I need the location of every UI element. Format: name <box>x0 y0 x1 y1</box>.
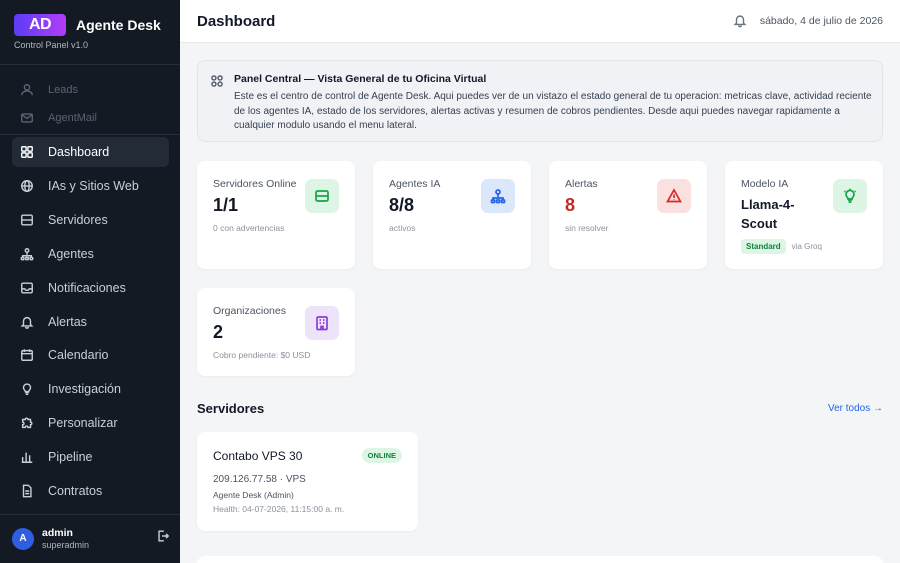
sidebar-item-ias-sitios-web[interactable]: IAs y Sitios Web <box>12 171 169 201</box>
sidebar-divider <box>0 514 180 515</box>
stat-value: 1/1 <box>213 195 239 215</box>
sidebar-item-agentmail[interactable]: AgentMail <box>12 103 169 133</box>
stat-card-organizations[interactable]: Organizaciones 2 Cobro pendiente: $0 USD <box>197 288 355 376</box>
network-icon <box>481 179 515 213</box>
stat-label: Servidores Online <box>213 178 297 190</box>
user-role: superadmin <box>42 540 90 550</box>
sidebar-item-calendario[interactable]: Calendario <box>12 340 169 370</box>
avatar[interactable]: A <box>12 527 34 550</box>
app-name: Agente Desk <box>76 17 161 33</box>
brand: AD Agente Desk Control Panel v1.0 <box>14 14 161 50</box>
app-subtitle: Control Panel v1.0 <box>14 40 89 50</box>
stat-value: 8/8 <box>389 195 415 215</box>
sidebar-item-label: Dashboard <box>48 145 110 159</box>
logout-icon[interactable] <box>156 529 170 548</box>
sidebar-item-label: IAs y Sitios Web <box>48 179 139 193</box>
top-header: Dashboard sábado, 4 de julio de 2026 <box>180 0 900 43</box>
stat-card-model[interactable]: Modelo IA Llama-4-Scout Standard via Gro… <box>725 161 883 269</box>
status-badge: ONLINE <box>361 448 402 463</box>
app-logo: AD <box>14 14 66 36</box>
user-profile: A admin superadmin <box>12 527 170 550</box>
grid-icon <box>20 145 34 159</box>
warning-icon <box>657 179 691 213</box>
sidebar-item-personalizar[interactable]: Personalizar <box>12 408 169 438</box>
stat-card-alerts[interactable]: Alertas 8 sin resolver <box>549 161 707 269</box>
info-text: Este es el centro de control de Agente D… <box>234 91 872 131</box>
info-panel: Panel Central — Vista General de tu Ofic… <box>197 60 883 142</box>
server-name: Contabo VPS 30 <box>213 449 303 463</box>
stat-label: Alertas <box>565 178 598 190</box>
sidebar-item-leads[interactable]: Leads <box>12 75 169 105</box>
model-provider: via Groq <box>791 242 822 251</box>
servers-section-title: Servidores <box>197 401 265 416</box>
stat-value: Llama-4-Scout <box>741 197 795 231</box>
server-card[interactable]: Contabo VPS 30 ONLINE 209.126.77.58 · VP… <box>197 432 418 531</box>
sidebar-item-label: Calendario <box>48 348 109 362</box>
stat-label: Organizaciones <box>213 305 286 317</box>
server-icon <box>305 179 339 213</box>
stat-sub: activos <box>389 223 416 233</box>
notifications-bell-icon[interactable] <box>733 13 747 33</box>
model-tier-badge: Standard <box>741 239 786 254</box>
sidebar-item-alertas[interactable]: Alertas <box>12 307 169 337</box>
building-icon <box>305 306 339 340</box>
current-date: sábado, 4 de julio de 2026 <box>759 15 883 27</box>
next-section-card <box>197 556 883 563</box>
inbox-icon <box>20 281 34 295</box>
sidebar-item-agentes[interactable]: Agentes <box>12 239 169 269</box>
server-ip: 209.126.77.58 · VPS <box>213 474 306 485</box>
lightbulb-icon <box>20 382 34 396</box>
puzzle-icon <box>20 416 34 430</box>
stat-sub: Cobro pendiente: $0 USD <box>213 350 311 360</box>
lightbulb-icon <box>833 179 867 213</box>
sidebar-item-label: Servidores <box>48 213 108 227</box>
stat-label: Agentes IA <box>389 178 441 190</box>
bar-chart-icon <box>20 450 34 464</box>
stat-sub: sin resolver <box>565 223 609 233</box>
user-icon <box>20 83 34 97</box>
sidebar-item-label: Leads <box>48 84 78 96</box>
grid-icon <box>210 74 224 93</box>
sidebar-item-dashboard[interactable]: Dashboard <box>12 137 169 167</box>
sidebar-item-label: Notificaciones <box>48 281 126 295</box>
stat-card-servers[interactable]: Servidores Online 1/1 0 con advertencias <box>197 161 355 269</box>
page-title: Dashboard <box>197 13 276 30</box>
server-icon <box>20 213 34 227</box>
sidebar-item-label: AgentMail <box>48 112 97 124</box>
server-health: Health: 04-07-2026, 11:15:00 a. m. <box>213 504 345 514</box>
sidebar-divider <box>0 134 180 135</box>
sidebar-item-servidores[interactable]: Servidores <box>12 205 169 235</box>
document-icon <box>20 484 34 498</box>
bell-icon <box>20 315 34 329</box>
sidebar-item-label: Contratos <box>48 484 103 498</box>
sidebar-item-label: Investigación <box>48 382 121 396</box>
sidebar-item-contratos[interactable]: Contratos <box>12 476 169 506</box>
globe-icon <box>20 179 34 193</box>
calendar-icon <box>20 348 34 362</box>
stat-value: 8 <box>565 195 576 215</box>
sidebar-item-pipeline[interactable]: Pipeline <box>12 442 169 472</box>
see-all-servers-link[interactable]: Ver todos → <box>828 403 883 414</box>
sidebar-item-label: Pipeline <box>48 450 93 464</box>
network-icon <box>20 247 34 261</box>
sidebar-item-notificaciones[interactable]: Notificaciones <box>12 273 169 303</box>
sidebar-item-investigacion[interactable]: Investigación <box>12 374 169 404</box>
mail-icon <box>20 111 34 125</box>
stat-sub: 0 con advertencias <box>213 223 285 233</box>
sidebar-divider <box>0 64 180 65</box>
stat-value: 2 <box>213 322 224 342</box>
sidebar: AD Agente Desk Control Panel v1.0 Leads … <box>0 0 180 563</box>
sidebar-item-label: Agentes <box>48 247 94 261</box>
user-name: admin <box>42 527 73 539</box>
info-title: Panel Central — Vista General de tu Ofic… <box>234 73 487 85</box>
sidebar-item-label: Personalizar <box>48 416 118 430</box>
server-owner: Agente Desk (Admin) <box>213 490 294 500</box>
stat-card-agents[interactable]: Agentes IA 8/8 activos <box>373 161 531 269</box>
sidebar-item-label: Alertas <box>48 315 87 329</box>
stat-label: Modelo IA <box>741 178 789 190</box>
